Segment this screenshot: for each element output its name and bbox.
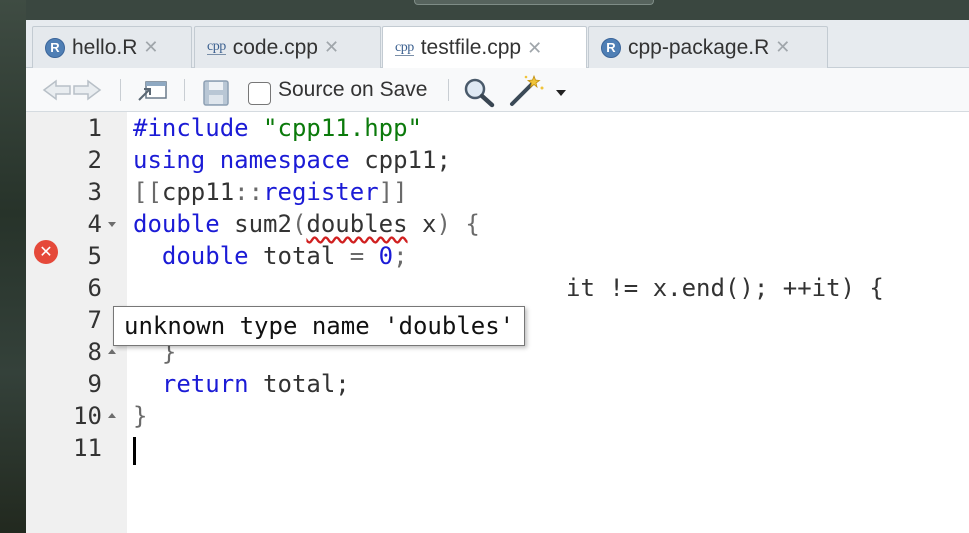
code-line-10: } — [133, 400, 147, 432]
source-editor-window: R hello.R ✕ cpp code.cpp ✕ cpp testfile.… — [26, 20, 969, 533]
line-number: 4 — [87, 210, 102, 238]
code-token: } — [133, 402, 148, 430]
code-token: 0 — [378, 242, 394, 270]
code-token: it != x.end(); ++it) { — [566, 274, 884, 302]
code-token: double — [161, 242, 249, 270]
cpp-file-icon: cpp — [395, 39, 414, 56]
code-token: cpp11; — [349, 146, 451, 174]
source-on-save-label: Source on Save — [278, 78, 428, 101]
tab-testfile-cpp[interactable]: cpp testfile.cpp ✕ — [382, 26, 587, 69]
toolbar-separator — [184, 79, 185, 101]
fold-toggle-icon[interactable] — [108, 349, 116, 354]
line-number: 2 — [87, 146, 102, 174]
chevron-down-icon[interactable] — [556, 90, 566, 96]
code-token: using namespace — [133, 146, 350, 174]
close-icon[interactable]: ✕ — [324, 37, 339, 58]
line-number: 9 — [87, 370, 102, 398]
show-in-window-icon[interactable] — [136, 78, 170, 104]
editor-toolbar: Source on Save — [26, 68, 969, 112]
code-line-1: #include "cpp11.hpp" — [133, 112, 422, 144]
cpp-file-icon: cpp — [207, 39, 226, 55]
line-number: 3 — [87, 178, 102, 206]
tab-cpp-package-r[interactable]: R cpp-package.R ✕ — [588, 26, 828, 68]
code-token: "cpp11.hpp" — [263, 114, 422, 142]
magic-wand-icon[interactable] — [508, 74, 548, 108]
line-number: 11 — [73, 434, 102, 462]
code-line-3: [[cpp11::register]] — [133, 176, 408, 208]
code-token: total — [248, 242, 350, 270]
code-token: ]] — [378, 178, 408, 206]
code-token: :: — [234, 178, 264, 206]
search-icon[interactable] — [462, 76, 496, 108]
close-icon[interactable]: ✕ — [775, 37, 790, 58]
text-cursor — [133, 437, 136, 465]
back-arrow-icon[interactable] — [42, 78, 102, 102]
code-token: return — [161, 370, 249, 398]
code-token: ) { — [436, 210, 480, 238]
line-number-gutter: ✕ 1 2 3 4 5 6 7 8 9 10 11 — [26, 112, 127, 533]
toolbar-separator — [448, 79, 449, 101]
code-token: register — [263, 178, 379, 206]
line-number: 5 — [87, 242, 102, 270]
r-file-icon: R — [45, 37, 65, 58]
code-token: total; — [248, 370, 350, 398]
code-line-2: using namespace cpp11; — [133, 144, 451, 176]
tab-bar: R hello.R ✕ cpp code.cpp ✕ cpp testfile.… — [26, 20, 969, 69]
nav-buttons — [42, 78, 102, 102]
code-token: = — [349, 242, 365, 270]
code-token: double — [133, 210, 220, 238]
desktop-background-left — [0, 0, 26, 533]
save-icon[interactable] — [201, 79, 231, 107]
code-token: ( — [291, 210, 307, 238]
code-token: sum2 — [219, 210, 292, 238]
close-icon[interactable]: ✕ — [143, 37, 158, 58]
toolbar-separator — [120, 79, 121, 101]
line-number: 10 — [73, 402, 102, 430]
code-token: #include — [133, 114, 264, 142]
tab-label: code.cpp — [232, 35, 318, 59]
line-number: 7 — [87, 306, 102, 334]
code-token: [[ — [133, 178, 162, 206]
line-number: 1 — [87, 114, 102, 142]
line-number: 8 — [87, 338, 102, 366]
tab-code-cpp[interactable]: cpp code.cpp ✕ — [194, 26, 381, 68]
code-line-9: return total; — [133, 368, 350, 400]
error-token[interactable]: doubles — [306, 210, 407, 238]
fold-toggle-icon[interactable] — [108, 222, 116, 227]
fold-toggle-icon[interactable] — [108, 413, 116, 418]
line-number: 6 — [87, 274, 102, 302]
tab-label: testfile.cpp — [420, 36, 522, 59]
code-line-5: double total = 0; — [133, 240, 408, 272]
code-line-4: double sum2(doubles x) { — [133, 208, 480, 240]
tab-label: cpp-package.R — [628, 35, 770, 59]
tab-label: hello.R — [72, 35, 138, 59]
r-file-icon: R — [601, 37, 621, 58]
source-on-save-checkbox[interactable] — [248, 82, 271, 105]
tab-hello-r[interactable]: R hello.R ✕ — [32, 26, 192, 68]
code-token: cpp11 — [161, 178, 235, 206]
code-line-6-visible: it != x.end(); ++it) { — [566, 272, 884, 304]
window-behind-edge — [414, 0, 654, 5]
code-token: ; — [393, 242, 408, 270]
close-icon[interactable]: ✕ — [527, 38, 542, 59]
error-tooltip: unknown type name 'doubles' — [113, 306, 526, 346]
code-token: x — [407, 210, 437, 238]
